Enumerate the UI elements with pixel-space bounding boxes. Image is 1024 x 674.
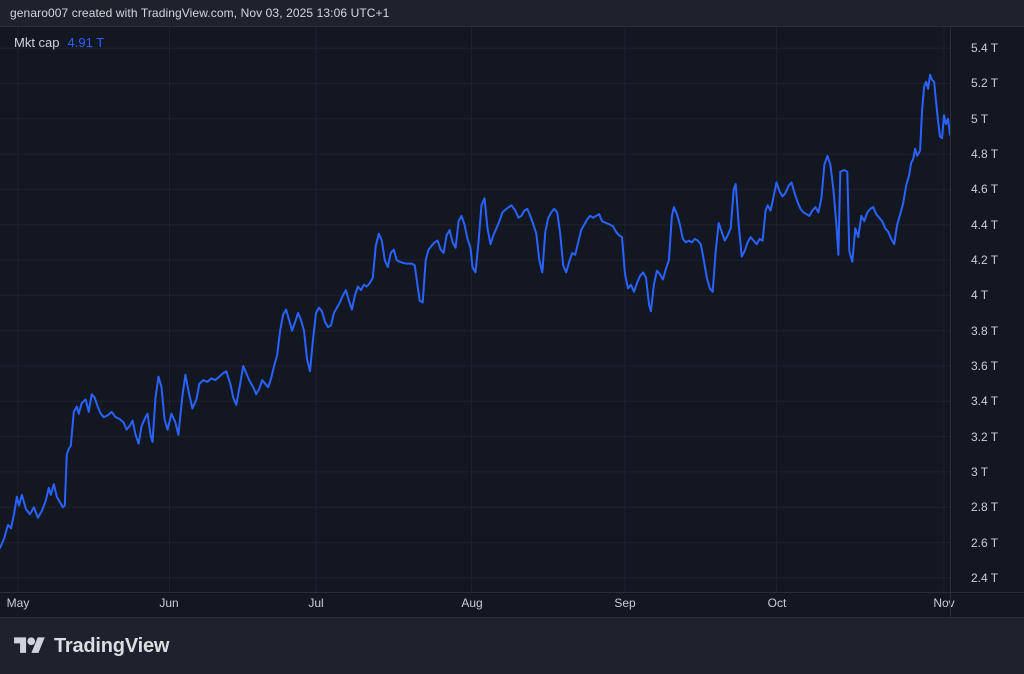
series-legend-label: Mkt cap [14, 35, 60, 50]
price-axis-label: 3.8 T [971, 323, 998, 339]
tradingview-brand-text: TradingView [54, 635, 169, 658]
tradingview-logo-link[interactable]: TradingView [14, 634, 169, 658]
price-axis-label: 2.6 T [971, 535, 998, 551]
price-axis[interactable]: 5.4 T 5.2 T 5 T 4.8 T 4.6 T 4.4 T 4.2 T 4 T 3.8 … [950, 27, 1024, 592]
price-axis-label: 3.2 T [971, 429, 998, 445]
market-cap-line-series[interactable] [0, 75, 950, 548]
price-axis-label: 3 T [971, 464, 988, 480]
price-chart-pane: Mkt cap 4.91 T [0, 27, 950, 592]
price-axis-label: 5.4 T [971, 40, 998, 56]
price-axis-label: 4.2 T [971, 252, 998, 268]
time-axis-label: May [7, 596, 30, 610]
time-axis-label: Jul [308, 596, 323, 610]
time-axis-label: Sep [614, 596, 635, 610]
attribution-bar: genaro007 created with TradingView.com, … [0, 0, 1024, 27]
chart-canvas[interactable] [0, 27, 950, 592]
tradingview-snapshot: genaro007 created with TradingView.com, … [0, 0, 1024, 674]
market-cap-line-chart [0, 27, 950, 592]
footer-bar: TradingView [0, 617, 1024, 674]
price-axis-label: 4.8 T [971, 146, 998, 162]
attribution-text: genaro007 created with TradingView.com, … [10, 6, 389, 20]
price-axis-label: 3.4 T [971, 393, 998, 409]
tradingview-logo-icon [14, 634, 45, 658]
time-axis-label: Aug [461, 596, 482, 610]
time-axis[interactable]: MayJunJulAugSepOctNov [0, 592, 1024, 617]
series-legend: Mkt cap 4.91 T [14, 35, 104, 50]
price-axis-label: 3.6 T [971, 358, 998, 374]
gridlines [0, 27, 950, 592]
time-axis-label: Oct [768, 596, 787, 610]
price-axis-label: 2.8 T [971, 499, 998, 515]
time-axis-label: Jun [159, 596, 178, 610]
price-axis-label: 5 T [971, 111, 988, 127]
axis-corner [950, 592, 1024, 617]
price-axis-label: 4.6 T [971, 181, 998, 197]
price-axis-label: 4 T [971, 287, 988, 303]
price-axis-label: 4.4 T [971, 217, 998, 233]
series-legend-value: 4.91 T [68, 35, 105, 50]
price-axis-label: 5.2 T [971, 75, 998, 91]
price-axis-label: 2.4 T [971, 570, 998, 586]
